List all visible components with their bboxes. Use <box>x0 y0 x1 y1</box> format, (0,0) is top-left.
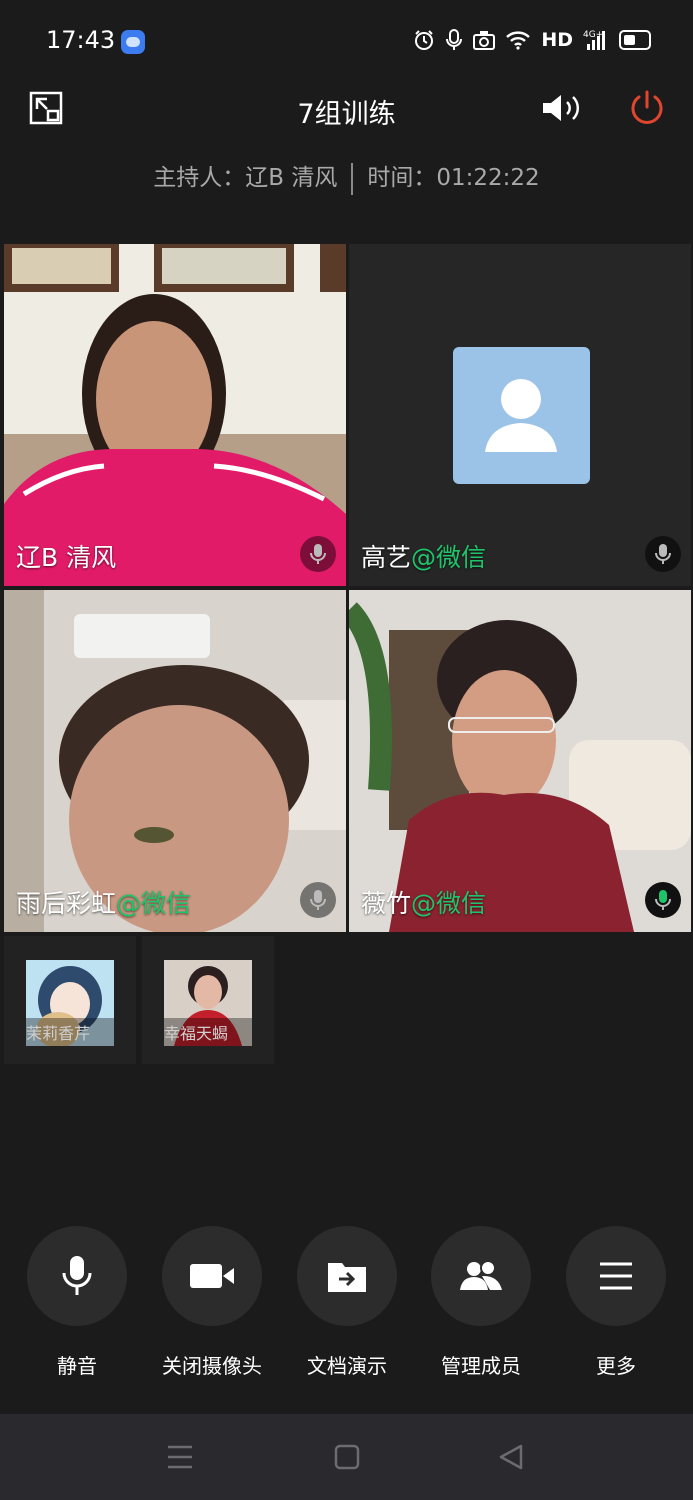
mute-button[interactable] <box>27 1226 127 1326</box>
participant-thumbnail[interactable]: 茉莉香芹 <box>4 936 136 1064</box>
speaker-icon[interactable] <box>540 90 586 126</box>
app-notification-icon <box>121 30 145 54</box>
video-feed <box>4 590 346 932</box>
network-type: HD <box>541 29 573 51</box>
meeting-title: 7组训练 <box>297 99 396 130</box>
user-avatar-icon <box>485 379 557 452</box>
recent-apps-icon[interactable] <box>166 1444 194 1474</box>
camera-icon <box>473 31 496 50</box>
mic-status-icon <box>300 536 336 572</box>
participant-thumbnail[interactable]: 幸福天蝎 <box>142 936 274 1064</box>
default-avatar <box>453 347 590 484</box>
video-tile[interactable]: 薇竹@微信 <box>349 590 691 932</box>
svg-text:4G+: 4G+ <box>583 30 603 40</box>
participant-name: 高艺@微信 <box>361 543 487 572</box>
participant-name: 薇竹@微信 <box>361 889 487 918</box>
more-button[interactable] <box>566 1226 666 1326</box>
participant-name: 辽B 清风 <box>16 543 117 572</box>
manage-members-button[interactable] <box>431 1226 531 1326</box>
meeting-timer: 时间：01:22:22 <box>367 165 540 191</box>
participant-name: 雨后彩虹@微信 <box>16 889 192 918</box>
meeting-header: 7组训练 <box>0 84 693 134</box>
video-tile[interactable]: 高艺@微信 <box>349 244 691 586</box>
mic-status-icon <box>645 536 681 572</box>
system-icons: HD 4G+ <box>413 28 651 52</box>
mic-active-icon <box>645 882 681 918</box>
status-time: 17:43 <box>46 26 116 54</box>
battery-icon <box>619 30 651 50</box>
home-icon[interactable] <box>334 1444 360 1474</box>
share-document-icon <box>328 1263 366 1292</box>
wifi-icon <box>506 31 531 50</box>
alarm-icon <box>415 30 434 50</box>
thumbnail-name: 幸福天蝎 <box>164 1018 252 1046</box>
mic-status-icon <box>300 882 336 918</box>
system-nav-bar <box>0 1414 693 1500</box>
members-icon <box>460 1260 502 1290</box>
thumbnail-image: 幸福天蝎 <box>164 960 252 1046</box>
camera-toggle-button[interactable] <box>162 1226 262 1326</box>
mic-icon <box>446 29 463 50</box>
meeting-info: 主持人：辽B 清风 时间：01:22:22 <box>0 158 693 195</box>
video-tile[interactable]: 辽B 清风 <box>4 244 346 586</box>
video-feed <box>349 590 691 932</box>
share-document-button[interactable] <box>297 1226 397 1326</box>
divider <box>351 162 354 195</box>
status-bar: 17:43 HD 4G+ <box>0 0 693 84</box>
menu-icon <box>600 1262 632 1290</box>
leave-meeting-icon[interactable] <box>627 88 667 128</box>
host-label: 主持人：辽B 清风 <box>153 165 338 191</box>
thumbnail-name: 茉莉香芹 <box>26 1018 114 1046</box>
back-icon[interactable] <box>497 1443 525 1475</box>
more-label: 更多 <box>596 1354 636 1378</box>
video-tile[interactable]: 雨后彩虹@微信 <box>4 590 346 932</box>
thumbnail-image: 茉莉香芹 <box>26 960 114 1046</box>
video-feed <box>4 244 346 586</box>
microphone-icon <box>62 1256 92 1295</box>
camera-icon <box>190 1264 234 1288</box>
signal-icon: 4G+ <box>583 30 605 50</box>
